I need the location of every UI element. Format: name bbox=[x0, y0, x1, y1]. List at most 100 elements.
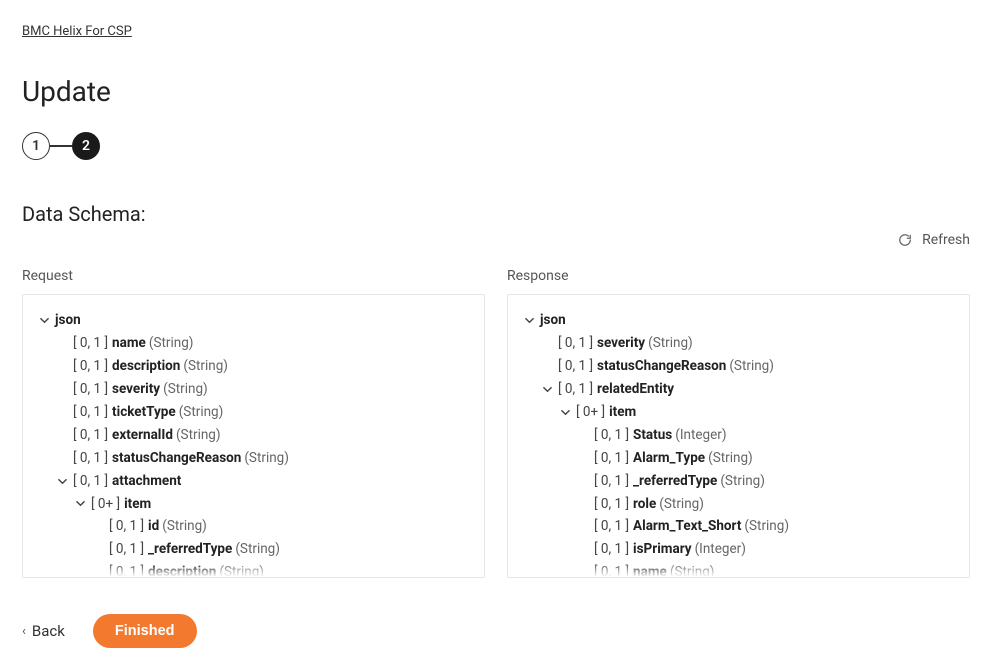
tree-row[interactable]: json bbox=[518, 309, 959, 332]
field-cardinality: [ 0, 1 ] bbox=[594, 447, 629, 470]
field-name: _referredType bbox=[148, 538, 232, 561]
field-cardinality: [ 0, 1 ] bbox=[558, 355, 593, 378]
tree-row[interactable]: [ 0, 1 ] isPrimary (Integer) bbox=[518, 538, 959, 561]
field-cardinality: [ 0, 1 ] bbox=[109, 538, 144, 561]
field-cardinality: [ 0, 1 ] bbox=[594, 515, 629, 538]
finished-button[interactable]: Finished bbox=[93, 614, 197, 648]
response-panel: json[ 0, 1 ] severity (String)[ 0, 1 ] s… bbox=[507, 294, 970, 578]
field-name: _referredType bbox=[633, 470, 717, 493]
tree-row[interactable]: [ 0, 1 ] description (String) bbox=[33, 561, 474, 578]
field-cardinality: [ 0, 1 ] bbox=[558, 378, 593, 401]
field-cardinality: [ 0, 1 ] bbox=[594, 424, 629, 447]
tree-row[interactable]: [ 0, 1 ] ticketType (String) bbox=[33, 401, 474, 424]
step-2[interactable]: 2 bbox=[72, 132, 100, 160]
breadcrumb-link[interactable]: BMC Helix For CSP bbox=[22, 24, 132, 39]
tree-row[interactable]: [ 0, 1 ] Alarm_Text_Short (String) bbox=[518, 515, 959, 538]
tree-row[interactable]: [ 0, 1 ] severity (String) bbox=[518, 332, 959, 355]
field-name: role bbox=[633, 493, 656, 516]
page-title: Update bbox=[22, 75, 970, 108]
field-name: statusChangeReason bbox=[112, 447, 241, 470]
tree-row[interactable]: [ 0, 1 ] Alarm_Type (String) bbox=[518, 447, 959, 470]
tree-row[interactable]: [ 0, 1 ] severity (String) bbox=[33, 378, 474, 401]
request-column: Request json[ 0, 1 ] name (String)[ 0, 1… bbox=[22, 250, 485, 578]
field-cardinality: [ 0, 1 ] bbox=[73, 401, 108, 424]
field-cardinality: [ 0, 1 ] bbox=[109, 561, 144, 578]
section-title: Data Schema: bbox=[22, 202, 970, 226]
tree-row[interactable]: [ 0, 1 ] Status (Integer) bbox=[518, 424, 959, 447]
field-cardinality: [ 0, 1 ] bbox=[73, 378, 108, 401]
footer: ‹ Back Finished bbox=[22, 614, 970, 648]
field-type: (Integer) bbox=[675, 424, 726, 447]
field-name: item bbox=[609, 401, 636, 424]
field-type: (String) bbox=[183, 355, 228, 378]
field-name: name bbox=[112, 332, 146, 355]
field-type: (String) bbox=[659, 493, 704, 516]
chevron-down-icon[interactable] bbox=[55, 477, 69, 486]
field-name: id bbox=[148, 515, 159, 538]
field-name: severity bbox=[597, 332, 645, 355]
field-cardinality: [ 0, 1 ] bbox=[594, 470, 629, 493]
field-type: (String) bbox=[149, 332, 194, 355]
back-button[interactable]: ‹ Back bbox=[22, 622, 65, 640]
chevron-down-icon[interactable] bbox=[540, 385, 554, 394]
field-cardinality: [ 0, 1 ] bbox=[594, 538, 629, 561]
request-panel: json[ 0, 1 ] name (String)[ 0, 1 ] descr… bbox=[22, 294, 485, 578]
field-name: Alarm_Text_Short bbox=[633, 515, 741, 538]
field-name: externalId bbox=[112, 424, 173, 447]
field-type: (Integer) bbox=[695, 538, 746, 561]
field-type: (String) bbox=[235, 538, 280, 561]
chevron-left-icon: ‹ bbox=[22, 624, 26, 639]
chevron-down-icon[interactable] bbox=[73, 499, 87, 508]
field-name: json bbox=[540, 309, 566, 332]
tree-row[interactable]: [ 0, 1 ] statusChangeReason (String) bbox=[33, 447, 474, 470]
tree-row[interactable]: [ 0, 1 ] name (String) bbox=[33, 332, 474, 355]
field-name: description bbox=[148, 561, 216, 578]
tree-row[interactable]: [ 0, 1 ] statusChangeReason (String) bbox=[518, 355, 959, 378]
refresh-button[interactable]: Refresh bbox=[898, 232, 970, 248]
step-connector bbox=[50, 145, 72, 147]
field-name: Status bbox=[633, 424, 672, 447]
field-cardinality: [ 0, 1 ] bbox=[594, 493, 629, 516]
field-type: (String) bbox=[244, 447, 289, 470]
tree-row[interactable]: [ 0, 1 ] _referredType (String) bbox=[33, 538, 474, 561]
chevron-down-icon[interactable] bbox=[37, 316, 51, 325]
tree-row[interactable]: json bbox=[33, 309, 474, 332]
step-indicator: 1 2 bbox=[22, 132, 970, 160]
refresh-icon bbox=[898, 233, 912, 247]
field-type: (String) bbox=[163, 378, 208, 401]
field-name: name bbox=[633, 561, 667, 578]
field-cardinality: [ 0+ ] bbox=[91, 493, 120, 516]
field-type: (String) bbox=[162, 515, 207, 538]
tree-row[interactable]: [ 0, 1 ] externalId (String) bbox=[33, 424, 474, 447]
field-type: (String) bbox=[729, 355, 774, 378]
chevron-down-icon[interactable] bbox=[522, 316, 536, 325]
chevron-down-icon[interactable] bbox=[558, 408, 572, 417]
field-name: Alarm_Type bbox=[633, 447, 705, 470]
field-cardinality: [ 0+ ] bbox=[576, 401, 605, 424]
refresh-label: Refresh bbox=[922, 232, 970, 248]
tree-row[interactable]: [ 0, 1 ] role (String) bbox=[518, 493, 959, 516]
field-name: ticketType bbox=[112, 401, 176, 424]
field-type: (String) bbox=[708, 447, 753, 470]
field-cardinality: [ 0, 1 ] bbox=[73, 447, 108, 470]
tree-row[interactable]: [ 0+ ] item bbox=[33, 493, 474, 516]
field-type: (String) bbox=[179, 401, 224, 424]
tree-row[interactable]: [ 0, 1 ] relatedEntity bbox=[518, 378, 959, 401]
tree-row[interactable]: [ 0, 1 ] id (String) bbox=[33, 515, 474, 538]
field-cardinality: [ 0, 1 ] bbox=[73, 470, 108, 493]
step-1[interactable]: 1 bbox=[22, 132, 50, 160]
tree-row[interactable]: [ 0, 1 ] attachment bbox=[33, 470, 474, 493]
tree-row[interactable]: [ 0+ ] item bbox=[518, 401, 959, 424]
field-name: description bbox=[112, 355, 180, 378]
field-cardinality: [ 0, 1 ] bbox=[73, 332, 108, 355]
field-cardinality: [ 0, 1 ] bbox=[558, 332, 593, 355]
request-label: Request bbox=[22, 268, 485, 284]
field-name: severity bbox=[112, 378, 160, 401]
tree-row[interactable]: [ 0, 1 ] name (String) bbox=[518, 561, 959, 578]
tree-row[interactable]: [ 0, 1 ] _referredType (String) bbox=[518, 470, 959, 493]
tree-row[interactable]: [ 0, 1 ] description (String) bbox=[33, 355, 474, 378]
field-name: json bbox=[55, 309, 81, 332]
field-type: (String) bbox=[670, 561, 715, 578]
field-name: statusChangeReason bbox=[597, 355, 726, 378]
field-name: item bbox=[124, 493, 151, 516]
